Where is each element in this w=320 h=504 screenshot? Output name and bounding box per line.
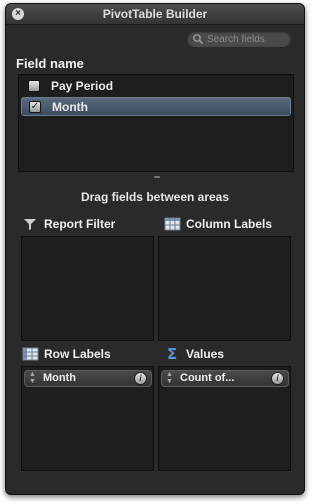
column-labels-area[interactable] xyxy=(158,236,291,341)
sigma-icon: Σ xyxy=(167,346,177,362)
title-bar[interactable]: × PivotTable Builder xyxy=(6,4,304,25)
search-icon xyxy=(193,34,204,45)
reorder-icon: ▲ ▼ xyxy=(166,371,173,385)
field-label: Month xyxy=(52,100,88,114)
pill-label: Month xyxy=(43,372,76,384)
pivottable-builder-window: × PivotTable Builder Field name Pay Peri… xyxy=(5,3,305,495)
splitter-handle[interactable] xyxy=(154,176,160,178)
row-labels-label: Row Labels xyxy=(44,347,111,361)
row-labels-month-pill[interactable]: ▲ ▼ Month i xyxy=(24,370,152,387)
row-labels-area[interactable]: ▲ ▼ Month i xyxy=(21,366,154,471)
report-filter-area[interactable] xyxy=(21,236,154,341)
column-labels-label: Column Labels xyxy=(186,217,273,231)
row-labels-icon xyxy=(22,347,39,361)
field-row-month[interactable]: ✓ Month xyxy=(21,97,291,116)
row-labels-header: Row Labels xyxy=(22,346,152,362)
field-row-pay-period[interactable]: Pay Period xyxy=(21,77,289,94)
info-icon[interactable]: i xyxy=(271,372,284,385)
search-input[interactable] xyxy=(207,32,287,46)
info-icon[interactable]: i xyxy=(134,372,147,385)
filter-icon xyxy=(24,219,36,230)
field-list: Pay Period ✓ Month xyxy=(18,74,294,172)
column-labels-icon xyxy=(164,217,181,231)
report-filter-label: Report Filter xyxy=(44,217,116,231)
svg-text:Σ: Σ xyxy=(167,346,177,362)
field-name-heading: Field name xyxy=(16,56,84,71)
values-header: Σ Values xyxy=(164,346,298,362)
drag-instruction: Drag fields between areas xyxy=(80,190,230,204)
values-count-pill[interactable]: ▲ ▼ Count of... i xyxy=(161,370,289,387)
values-area[interactable]: ▲ ▼ Count of... i xyxy=(158,366,291,471)
field-label: Pay Period xyxy=(51,79,114,93)
values-label: Values xyxy=(186,347,225,361)
search-field[interactable] xyxy=(186,30,292,48)
window-title: PivotTable Builder xyxy=(102,7,208,21)
pill-label: Count of... xyxy=(180,372,235,384)
pay-period-checkbox[interactable] xyxy=(28,80,40,92)
column-labels-header: Column Labels xyxy=(164,216,298,232)
report-filter-header: Report Filter xyxy=(22,216,152,232)
month-checkbox[interactable]: ✓ xyxy=(29,101,41,113)
reorder-icon: ▲ ▼ xyxy=(29,371,36,385)
